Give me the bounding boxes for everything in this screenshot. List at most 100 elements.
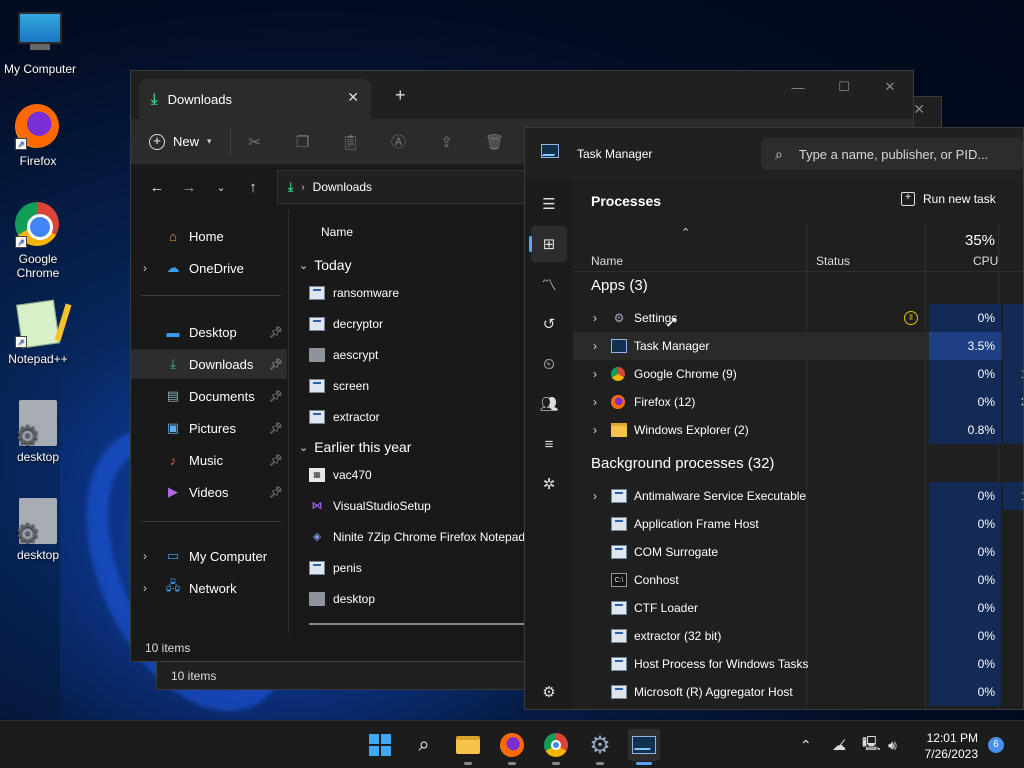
processes-icon[interactable]: ⊞ [529, 226, 567, 262]
desktop-icon-notepadpp[interactable]: ↗ Notepad++ [0, 299, 76, 366]
process-row[interactable]: C:\ Conhost 0% [573, 566, 1023, 594]
list-item[interactable]: aescrypt [309, 342, 378, 368]
nav-item-music[interactable]: ♪ Music 📌︎ [131, 445, 287, 475]
desktop-icon-my-computer[interactable]: My Computer [2, 8, 78, 76]
process-row[interactable]: › ⚙ Settings ll 0% [573, 304, 1023, 332]
list-item[interactable]: extractor [309, 404, 380, 430]
back-arrow-icon[interactable]: ← [141, 179, 173, 196]
desktop-icon-chrome[interactable]: ↗ Google Chrome [0, 202, 76, 280]
column-header-cpu[interactable]: CPU [973, 254, 998, 268]
minimize-icon[interactable]: — [775, 71, 821, 103]
list-item[interactable]: screen [309, 373, 369, 399]
process-row[interactable]: COM Surrogate 0% [573, 538, 1023, 566]
desktop-icon-firefox[interactable]: ↗ Firefox [0, 104, 76, 168]
close-icon[interactable]: ✕ [867, 71, 913, 103]
process-row[interactable]: › Firefox (12) 0% 3 [573, 388, 1023, 416]
horizontal-scrollbar[interactable] [309, 623, 529, 625]
close-icon[interactable]: ✕ [913, 101, 925, 118]
process-row[interactable]: Microsoft (R) Aggregator Host 0% [573, 678, 1023, 706]
clock[interactable]: 12:01 PM 7/26/2023 [918, 730, 978, 762]
group-header-earlier-this-year[interactable]: ⌄ Earlier this year [299, 439, 411, 455]
nav-item-videos[interactable]: ▶ Videos 📌︎ [131, 477, 287, 507]
run-new-task-button[interactable]: + Run new task [901, 192, 996, 206]
process-row[interactable]: › Task Manager 3.5% [573, 332, 1023, 360]
rename-icon[interactable]: Ⓐ [375, 131, 423, 152]
new-tab-button[interactable]: + [395, 85, 406, 106]
performance-icon[interactable]: 〽 [531, 266, 567, 302]
users-icon[interactable]: 👥︎ [531, 386, 567, 422]
hamburger-menu-icon[interactable]: ☰ [531, 186, 567, 222]
expand-chevron-icon[interactable]: › [593, 311, 597, 325]
app-history-icon[interactable]: ↺ [531, 306, 567, 342]
address-bar[interactable]: ⤓ › Downloads [277, 170, 537, 204]
details-icon[interactable]: ≡ [531, 426, 567, 462]
share-icon[interactable]: ⇪ [423, 133, 471, 151]
process-row[interactable]: Host Process for Windows Tasks 0% [573, 650, 1023, 678]
notification-badge[interactable]: 6 [988, 737, 1004, 753]
group-header-today[interactable]: ⌄ Today [299, 257, 352, 273]
tab-downloads[interactable]: ⤓ Downloads ✕ [139, 79, 371, 119]
list-item[interactable]: desktop [309, 586, 375, 612]
process-row[interactable]: Application Frame Host 0% [573, 510, 1023, 538]
forward-arrow-icon[interactable]: → [173, 179, 205, 196]
desktop-icon-desktop-2[interactable]: desktop [0, 498, 76, 562]
recent-chevron-icon[interactable]: ⌄ [205, 181, 237, 194]
column-header-name[interactable]: Name [591, 254, 623, 268]
nav-item-documents[interactable]: ▤ Documents 📌︎ [131, 381, 287, 411]
cut-icon[interactable]: ✂ [231, 133, 279, 151]
expand-chevron-icon[interactable]: › [143, 261, 147, 275]
settings-gear-icon[interactable]: ⚙ [531, 674, 567, 709]
expand-chevron-icon[interactable]: › [593, 395, 597, 409]
copy-icon[interactable]: ❐ [279, 133, 327, 151]
delete-icon[interactable]: 🗑︎ [471, 133, 519, 151]
list-item[interactable]: decryptor [309, 311, 383, 337]
desktop-icon-desktop-1[interactable]: desktop [0, 400, 76, 464]
expand-chevron-icon[interactable]: › [143, 549, 147, 563]
services-icon[interactable]: ✲ [531, 466, 567, 502]
close-tab-icon[interactable]: ✕ [347, 89, 359, 106]
onedrive-offline-icon[interactable]: ☁̸ [832, 721, 846, 768]
new-button[interactable]: + New ▾ [149, 127, 231, 156]
taskbar-firefox[interactable] [496, 729, 528, 765]
search-input[interactable] [798, 146, 1009, 162]
nav-item-home[interactable]: ⌂ Home [131, 221, 287, 251]
nav-item-network[interactable]: › 🖧︎ Network [131, 573, 287, 603]
column-header-name[interactable]: Name [321, 225, 353, 239]
up-arrow-icon[interactable]: ↑ [237, 179, 269, 196]
list-item[interactable]: penis [309, 555, 362, 581]
process-row[interactable]: › Google Chrome (9) 0% 1 [573, 360, 1023, 388]
show-hidden-icons-chevron[interactable]: ⌃ [800, 721, 812, 768]
maximize-icon[interactable]: ☐ [821, 71, 867, 103]
expand-chevron-icon[interactable]: › [593, 339, 597, 353]
taskbar-file-explorer[interactable] [452, 729, 484, 765]
taskbar-task-manager[interactable] [628, 729, 660, 765]
list-item[interactable]: ▦ vac470 [309, 462, 372, 488]
nav-item-downloads[interactable]: ⤓ Downloads 📌︎ [131, 349, 287, 379]
expand-chevron-icon[interactable]: › [593, 367, 597, 381]
column-header-status[interactable]: Status [816, 254, 850, 268]
expand-chevron-icon[interactable]: › [593, 489, 597, 503]
cpu-total[interactable]: 35% [965, 232, 995, 249]
list-item[interactable]: ◈ Ninite 7Zip Chrome Firefox Notepad [309, 524, 525, 550]
taskbar-search-button[interactable]: ⌕ [408, 729, 440, 761]
taskbar-settings[interactable]: ⚙ [584, 729, 616, 765]
search-box[interactable]: ⌕ [761, 138, 1023, 170]
process-row[interactable]: › Windows Explorer (2) 0.8% [573, 416, 1023, 444]
process-row[interactable]: › Antimalware Service Executable 0% 1 [573, 482, 1023, 510]
task-manager-window[interactable]: Task Manager ⌕ ☰ ⊞ 〽 ↺ ⏲ 👥︎ ≡ ✲ ⚙ Proces… [524, 127, 1024, 710]
process-row[interactable]: extractor (32 bit) 0% [573, 622, 1023, 650]
nav-item-onedrive[interactable]: › ☁ OneDrive [131, 253, 287, 283]
start-button[interactable] [364, 729, 396, 761]
nav-item-desktop[interactable]: ▬ Desktop 📌︎ [131, 317, 287, 347]
list-item[interactable]: ransomware [309, 280, 399, 306]
process-row[interactable]: CTF Loader 0% [573, 594, 1023, 622]
paste-icon[interactable]: 📋︎ [327, 133, 375, 151]
nav-item-my-computer[interactable]: › ▭ My Computer [131, 541, 287, 571]
volume-icon[interactable]: 🔊︎ [888, 721, 897, 768]
breadcrumb-downloads[interactable]: Downloads [313, 180, 372, 194]
taskbar-chrome[interactable] [540, 729, 572, 765]
list-item[interactable]: ⋈ VisualStudioSetup [309, 493, 431, 519]
nav-item-pictures[interactable]: ▣ Pictures 📌︎ [131, 413, 287, 443]
expand-chevron-icon[interactable]: › [593, 423, 597, 437]
startup-apps-icon[interactable]: ⏲ [531, 346, 567, 382]
